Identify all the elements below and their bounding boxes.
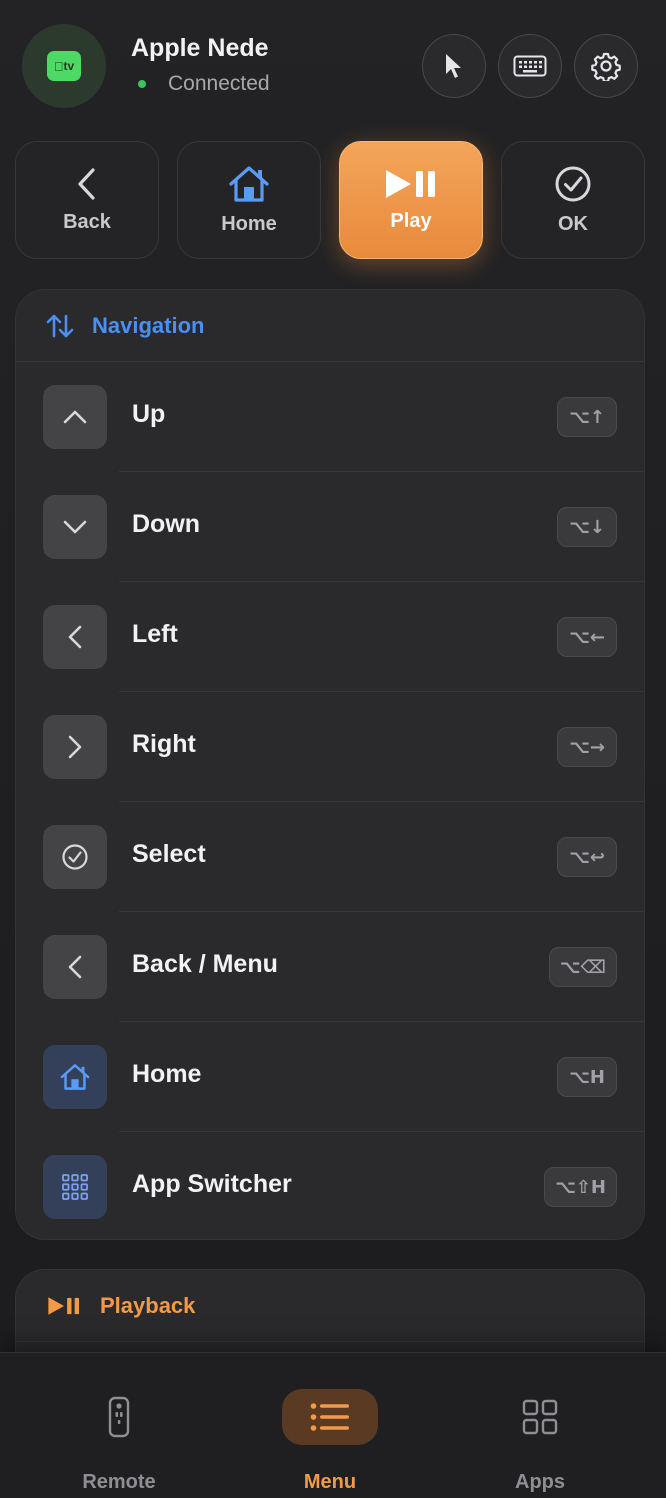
tab-active-pill	[282, 1389, 378, 1445]
home-quick-button[interactable]: Home	[177, 141, 321, 259]
tab-remote-label: Remote	[82, 1471, 156, 1493]
nav-row-right[interactable]: Right ⌥→	[16, 692, 644, 802]
back-quick-button[interactable]: Back	[15, 141, 159, 259]
shortcut-badge: ⌥←	[557, 617, 617, 657]
playback-header[interactable]: Playback	[16, 1270, 644, 1342]
tab-icon-wrap	[71, 1389, 167, 1445]
nav-row-label: Back / Menu	[132, 950, 278, 978]
shortcut-badge: ⌥⌫	[548, 947, 617, 987]
nav-row-label: Home	[132, 1060, 202, 1088]
list-icon	[310, 1403, 349, 1431]
ok-quick-button[interactable]: OK	[501, 141, 645, 259]
nav-row-up[interactable]: Up ⌥↑	[16, 362, 644, 472]
ok-quick-label: OK	[558, 212, 588, 235]
tab-menu-label: Menu	[303, 1471, 357, 1493]
shortcut-badge: ⌥→	[557, 727, 617, 767]
home-icon	[229, 165, 269, 202]
navigation-section: Navigation Up ⌥↑ Down ⌥↓ Left ⌥← Right ⌥…	[15, 289, 645, 1240]
tab-remote[interactable]: Remote	[71, 1389, 167, 1493]
nav-row-back-menu[interactable]: Back / Menu ⌥⌫	[16, 912, 644, 1022]
row-icon-box	[43, 935, 107, 999]
chevron-left-icon	[68, 625, 82, 649]
keyboard-icon	[513, 55, 547, 77]
app-window: tv Apple Nede Connected	[0, 0, 666, 1498]
chevron-left-icon	[68, 955, 82, 979]
play-quick-label: Play	[390, 209, 432, 232]
navigation-header[interactable]: Navigation	[16, 290, 644, 362]
back-quick-label: Back	[63, 210, 111, 233]
row-icon-box	[43, 385, 107, 449]
cursor-arrow-icon	[446, 54, 461, 78]
device-name: Apple Nede	[131, 34, 269, 62]
play-quick-button[interactable]: Play	[339, 141, 483, 259]
settings-button[interactable]	[574, 34, 638, 98]
grid-icon	[62, 1174, 88, 1200]
tab-apps[interactable]: Apps	[492, 1389, 588, 1493]
pointer-button[interactable]	[422, 34, 486, 98]
tab-bar: Remote Menu Apps	[0, 1352, 666, 1498]
apple-tv-logo-icon: tv	[47, 51, 81, 81]
play-pause-icon	[386, 169, 435, 198]
nav-row-select[interactable]: Select ⌥↩	[16, 802, 644, 912]
checkmark-circle-icon	[555, 166, 591, 201]
nav-row-label: Select	[132, 840, 206, 868]
home-icon	[60, 1064, 90, 1090]
checkmark-circle-icon	[62, 844, 88, 870]
nav-row-down[interactable]: Down ⌥↓	[16, 472, 644, 582]
home-quick-label: Home	[221, 212, 277, 235]
header: tv Apple Nede Connected	[0, 0, 666, 130]
nav-row-app-switcher[interactable]: App Switcher ⌥⇧H	[16, 1132, 644, 1239]
nav-row-left[interactable]: Left ⌥←	[16, 582, 644, 692]
playback-title: Playback	[100, 1292, 196, 1318]
chevron-right-icon	[68, 735, 82, 759]
status-text: Connected	[168, 72, 270, 95]
row-icon-box	[43, 825, 107, 889]
nav-row-label: Right	[132, 730, 196, 758]
chevron-down-icon	[63, 520, 87, 534]
nav-row-home[interactable]: Home ⌥H	[16, 1022, 644, 1132]
arrows-up-down-icon	[46, 314, 74, 337]
shortcut-badge: ⌥⇧H	[544, 1167, 617, 1207]
nav-row-label: App Switcher	[132, 1170, 292, 1198]
shortcut-badge: ⌥↩	[557, 837, 617, 877]
tab-menu[interactable]: Menu	[282, 1389, 378, 1493]
play-pause-icon	[48, 1296, 79, 1315]
row-icon-box	[43, 495, 107, 559]
nav-row-label: Down	[132, 510, 201, 538]
apps-grid-icon	[522, 1399, 558, 1435]
chevron-left-icon	[78, 167, 95, 200]
navigation-title: Navigation	[92, 312, 205, 338]
tab-apps-label: Apps	[515, 1471, 565, 1493]
nav-row-label: Up	[132, 400, 166, 428]
remote-icon	[108, 1396, 130, 1438]
shortcut-badge: ⌥↑	[557, 397, 617, 437]
tab-icon-wrap	[492, 1389, 588, 1445]
keyboard-button[interactable]	[498, 34, 562, 98]
connection-status: Connected	[138, 72, 270, 96]
shortcut-badge: ⌥H	[557, 1057, 617, 1097]
gear-icon	[591, 52, 621, 81]
device-logo-text: tv	[58, 59, 75, 73]
status-dot-icon	[138, 80, 146, 88]
row-icon-box	[43, 715, 107, 779]
shortcut-badge: ⌥↓	[557, 507, 617, 547]
nav-row-label: Left	[132, 620, 178, 648]
row-icon-box	[43, 605, 107, 669]
chevron-up-icon	[63, 410, 87, 424]
device-avatar: tv	[22, 24, 106, 108]
row-icon-box	[43, 1045, 107, 1109]
row-icon-box	[43, 1155, 107, 1219]
